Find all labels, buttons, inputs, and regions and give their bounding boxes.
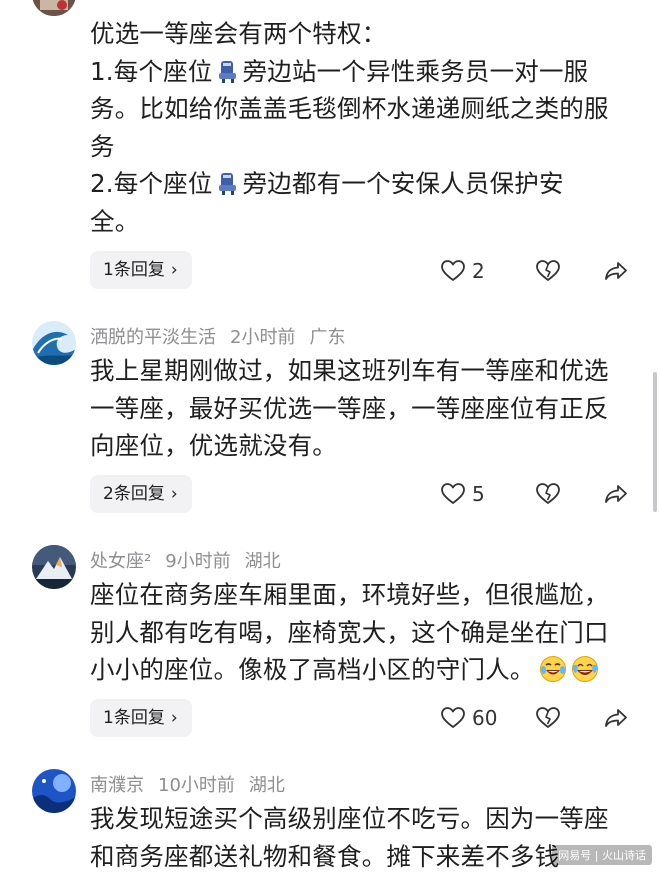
view-replies-button[interactable]: 1条回复 ›: [90, 251, 192, 289]
comment-text: 优选一等座会有两个特权： 1.每个座位 旁边站一个异性乘务员一对一服 务。比如给你…: [90, 19, 609, 236]
seat-icon: [218, 60, 236, 83]
avatar[interactable]: [32, 769, 76, 813]
dislike-button[interactable]: [535, 703, 561, 733]
chevron-right-icon: ›: [170, 484, 178, 504]
dislike-button[interactable]: [535, 479, 561, 509]
share-arrow-icon: [605, 262, 627, 280]
location: 湖北: [248, 775, 285, 796]
view-replies-button[interactable]: 1条回复 ›: [90, 699, 192, 737]
timestamp: 2小时前: [230, 327, 296, 348]
heart-outline-icon: [441, 707, 465, 728]
username[interactable]: 处女座²: [90, 551, 151, 572]
like-count: 5: [472, 482, 485, 506]
broken-heart-icon: [536, 483, 560, 504]
like-count: 60: [472, 706, 498, 730]
like-button[interactable]: 2: [440, 256, 485, 286]
comment-meta: 南濮京 10小时前 湖北: [90, 771, 285, 797]
heart-outline-icon: [441, 483, 465, 504]
share-arrow-icon: [605, 485, 627, 503]
broken-heart-icon: [536, 707, 560, 728]
broken-heart-icon: [536, 260, 560, 281]
location: 湖北: [244, 551, 281, 572]
share-button[interactable]: [603, 256, 629, 286]
like-count: 2: [472, 259, 485, 283]
comment-meta: 处女座² 9小时前 湖北: [90, 547, 281, 573]
laugh-cry-icon: [539, 656, 566, 682]
avatar[interactable]: [32, 0, 76, 16]
chevron-right-icon: ›: [170, 708, 178, 728]
watermark: 网易号 | 火山诗话: [552, 845, 652, 865]
share-arrow-icon: [605, 709, 627, 727]
username[interactable]: 南濮京: [90, 775, 144, 796]
dislike-button[interactable]: [535, 256, 561, 286]
share-button[interactable]: [603, 479, 629, 509]
view-replies-button[interactable]: 2条回复 ›: [90, 475, 192, 513]
username[interactable]: 洒脱的平淡生活: [90, 327, 216, 348]
share-button[interactable]: [603, 703, 629, 733]
timestamp: 9小时前: [165, 551, 231, 572]
comment-text: 座位在商务座车厢里面，环境好些，但很尴尬， 别人都有吃有喝，座椅宽大，这个确是坐…: [90, 580, 609, 684]
like-button[interactable]: 5: [440, 479, 485, 509]
like-button[interactable]: 60: [440, 703, 497, 733]
laugh-tears-icon: [571, 656, 598, 682]
location: 广东: [309, 327, 346, 348]
timestamp: 10小时前: [158, 775, 235, 796]
avatar[interactable]: [32, 545, 76, 589]
avatar[interactable]: [32, 321, 76, 365]
seat-icon: [218, 173, 236, 195]
comment-text: 我上星期刚做过，如果这班列车有一等座和优选 一等座，最好买优选一等座，一等座座位…: [90, 356, 609, 460]
heart-outline-icon: [441, 260, 465, 281]
comment-meta: 洒脱的平淡生活 2小时前 广东: [90, 323, 345, 349]
scrollbar[interactable]: [653, 372, 657, 512]
chevron-right-icon: ›: [170, 260, 178, 280]
